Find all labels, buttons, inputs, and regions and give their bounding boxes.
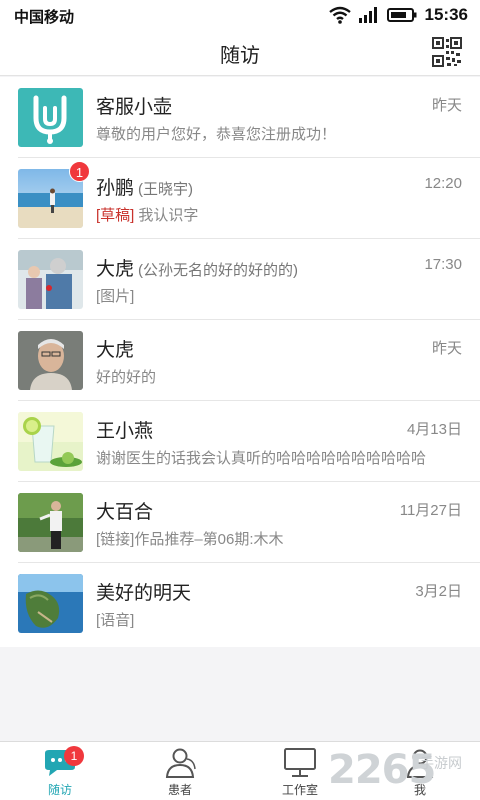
contact-name: 王小燕: [96, 421, 154, 442]
tab-unread-badge: 1: [64, 746, 84, 766]
status-indicators: 15:36: [328, 5, 468, 25]
conversation-item[interactable]: 王小燕 4月13日 谢谢医生的话我会认真听的哈哈哈哈哈哈哈哈哈哈: [0, 401, 480, 482]
conversation-item[interactable]: 大虎 (公孙无名的好的好的的) 17:30 [图片]: [0, 239, 480, 320]
avatar: [18, 331, 83, 390]
avatar: [18, 250, 83, 309]
message-time: 12:20: [424, 175, 462, 192]
draft-tag: [草稿]: [96, 207, 135, 224]
tab-patients[interactable]: 患者: [120, 742, 240, 800]
message-time: 17:30: [424, 256, 462, 273]
watermark-text: 手游网: [420, 755, 462, 771]
monitor-icon: [284, 748, 316, 777]
message-time: 昨天: [431, 97, 462, 114]
message-preview: [图片]: [96, 288, 135, 305]
contact-alias: (公孙无名的好的好的的): [138, 262, 299, 279]
message-preview: 我认识字: [138, 207, 199, 224]
message-time: 4月13日: [406, 421, 462, 438]
tab-label: 患者: [167, 783, 192, 797]
tab-followup[interactable]: 1 随访: [0, 742, 120, 800]
avatar: [18, 412, 83, 471]
message-preview: [语音]: [96, 612, 135, 629]
contact-name: 孙鹏: [96, 178, 135, 199]
battery-icon: [386, 8, 417, 22]
conversation-item[interactable]: 1 孙鹏 (王晓宇) 12:20 [草稿] 我认识字: [0, 158, 480, 239]
page-title: 随访: [220, 45, 260, 67]
avatar: [18, 88, 83, 147]
conversation-list: 客服小壶 昨天 尊敬的用户您好，恭喜您注册成功！ 1 孙鹏 (王晓宇) 12:2…: [0, 77, 480, 647]
carrier-name: 中国移动: [14, 9, 75, 26]
message-preview: [链接]作品推荐–第06期:木木: [96, 531, 284, 548]
conversation-item[interactable]: 客服小壶 昨天 尊敬的用户您好，恭喜您注册成功！: [0, 77, 480, 158]
contact-name: 大虎: [96, 340, 135, 361]
header: 随访: [0, 30, 480, 76]
tab-label: 随访: [47, 783, 72, 797]
message-preview: 好的好的: [96, 369, 157, 386]
message-time: 3月2日: [415, 583, 462, 600]
qr-code-icon[interactable]: [432, 37, 462, 67]
message-time: 11月27日: [399, 502, 462, 519]
status-bar: 中国移动 15:36: [0, 0, 480, 30]
contact-name: 大百合: [96, 502, 154, 523]
avatar: [18, 493, 83, 552]
message-time: 昨天: [431, 340, 462, 357]
message-preview: 谢谢医生的话我会认真听的哈哈哈哈哈哈哈哈哈哈: [96, 450, 427, 467]
conversation-item[interactable]: 大虎 昨天 好的好的: [0, 320, 480, 401]
person-icon: [165, 748, 196, 778]
stethoscope-logo-icon: [18, 88, 83, 147]
wifi-icon: [328, 6, 351, 24]
conversation-item[interactable]: 大百合 11月27日 [链接]作品推荐–第06期:木木: [0, 482, 480, 563]
clock: 15:36: [424, 5, 468, 24]
contact-alias: (王晓宇): [138, 181, 194, 198]
avatar: [18, 574, 83, 633]
message-preview: 尊敬的用户您好，恭喜您注册成功！: [96, 126, 337, 143]
watermark: 2265 手游网: [328, 745, 478, 797]
conversation-item[interactable]: 美好的明天 3月2日 [语音]: [0, 563, 480, 644]
signal-icon: [358, 7, 377, 23]
contact-name: 美好的明天: [96, 583, 192, 604]
unread-badge: 1: [69, 161, 90, 182]
contact-name: 大虎: [96, 259, 135, 280]
contact-name: 客服小壶: [96, 97, 173, 118]
